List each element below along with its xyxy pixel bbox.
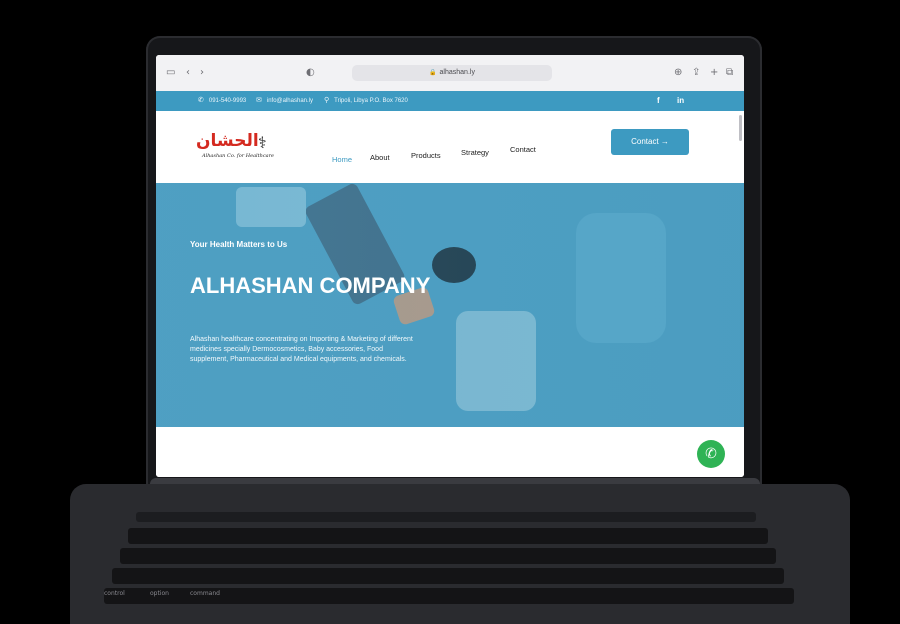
hero-tagline: Your Health Matters to Us [190,240,288,249]
screen: ▭ ‹ › ◐ 🔒 alhashan.ly ⊕ ⇪ + ⧉ ✆ 091-540-99… [156,55,744,477]
url-text: alhashan.ly [439,69,475,76]
shield-icon: ◐ [306,67,315,78]
facebook-icon[interactable]: f [657,96,660,105]
phone-number: 091-540-9993 [208,98,247,104]
nav-products[interactable]: Products [411,151,441,160]
new-tab-icon[interactable]: + [710,67,718,79]
nav-contact[interactable]: Contact [510,145,536,154]
location-pin-icon: ⚲ [324,96,330,104]
tabs-icon[interactable]: ⧉ [726,67,733,79]
contact-button[interactable]: Contact → [611,129,689,155]
back-icon[interactable]: ‹ [186,67,190,79]
hero-title: ALHASHAN COMPANY [190,273,431,298]
key-option: option [150,590,169,597]
logo[interactable]: الحشان ⚕ Alhashan Co. for Healthcare [196,131,306,167]
logo-tagline: Alhashan Co. for Healthcare [202,153,275,159]
forward-icon[interactable]: › [200,67,204,79]
linkedin-icon[interactable]: in [677,96,684,105]
download-icon[interactable]: ⊕ [674,67,682,79]
mail-icon: ✉ [256,96,262,104]
email-address: info@alhashan.ly [266,98,313,104]
function-key-row [136,512,756,522]
site-topbar: ✆ 091-540-9993 ✉ info@alhashan.ly ⚲ Tripoli… [156,91,744,111]
share-icon[interactable]: ⇪ [692,67,700,79]
address-text: Tripoli, Libya P.O. Box 7620 [334,98,408,104]
key-command: command [190,590,220,597]
hero-description: Alhashan healthcare concentrating on Imp… [190,336,413,363]
address-bar[interactable]: 🔒 alhashan.ly [352,65,552,81]
sidebar-icon[interactable]: ▭ [166,67,175,79]
nav-strategy[interactable]: Strategy [461,148,489,157]
number-key-row [128,528,768,544]
email-info[interactable]: ✉ info@alhashan.ly [256,96,313,104]
phone-info[interactable]: ✆ 091-540-9993 [198,96,246,104]
address-info: ⚲ Tripoli, Libya P.O. Box 7620 [324,96,408,104]
logo-arabic: الحشان [196,131,259,151]
whatsapp-icon: ✆ [705,446,717,462]
key-control: control [104,590,125,597]
phone-icon: ✆ [198,96,204,104]
scrollbar[interactable] [739,115,742,141]
browser-toolbar: ▭ ‹ › ◐ 🔒 alhashan.ly ⊕ ⇪ + ⧉ [156,55,744,92]
whatsapp-button[interactable]: ✆ [697,440,725,468]
keyboard: control option command [70,484,850,624]
nav-home[interactable]: Home [332,155,352,164]
hero-section: Your Health Matters to Us ALHASHAN COMPA… [156,183,744,427]
content-area [156,427,744,477]
caduceus-icon: ⚕ [258,133,267,152]
home-key-row [112,568,784,584]
hero-overlay [156,183,744,427]
top-letter-key-row [120,548,776,564]
nav-about[interactable]: About [370,153,390,162]
lock-icon: 🔒 [429,70,437,76]
